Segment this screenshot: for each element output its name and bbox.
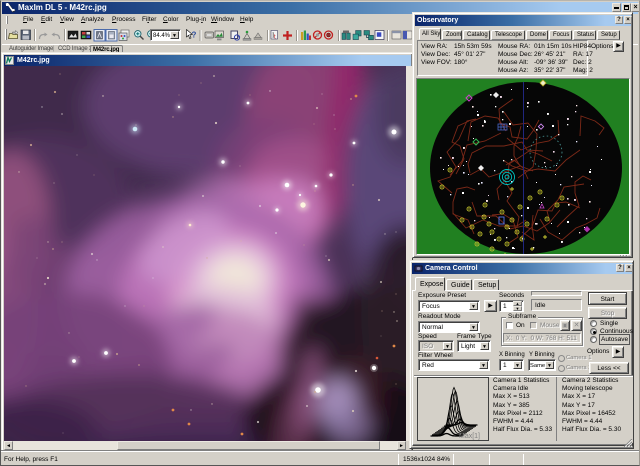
- svg-text:?: ?: [192, 31, 197, 40]
- svg-text:Max[1]: Max[1]: [459, 433, 480, 440]
